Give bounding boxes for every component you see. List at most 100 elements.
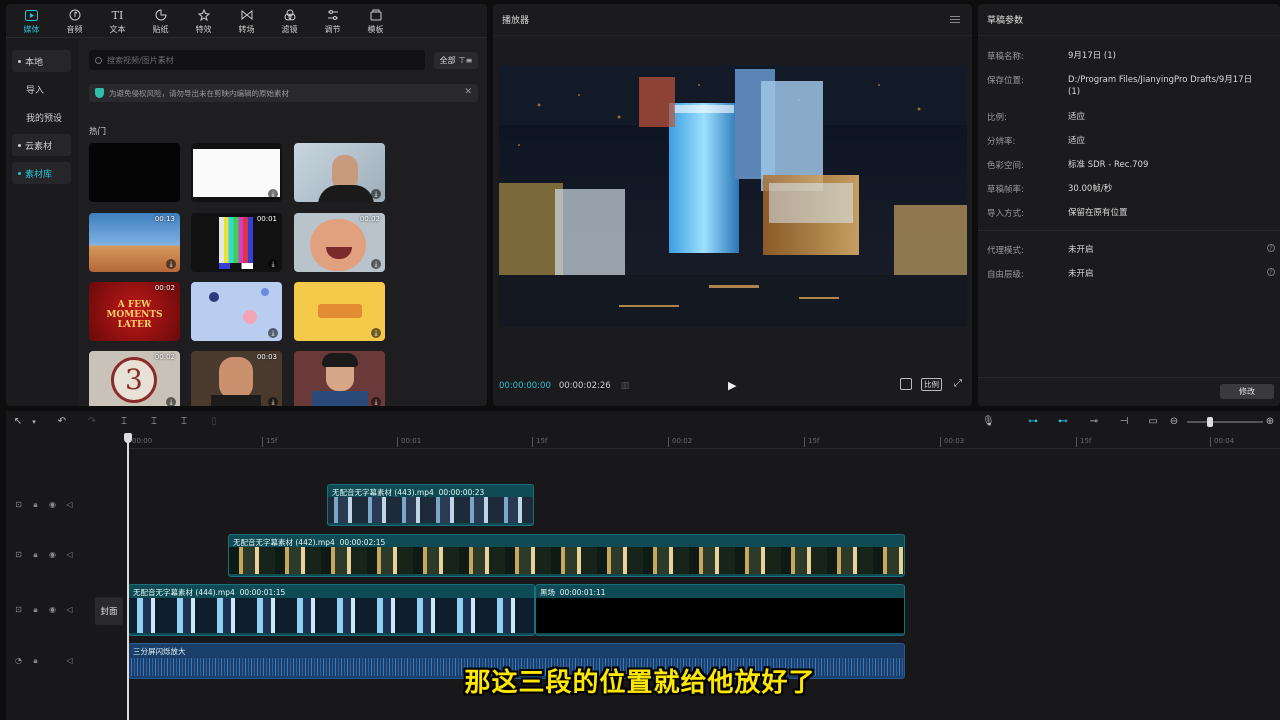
media-icon xyxy=(25,8,39,22)
filter-button[interactable]: 全部 ⊤≡ xyxy=(434,52,478,69)
download-icon[interactable]: ⤓ xyxy=(268,397,278,406)
delete-icon[interactable]: ▯ xyxy=(208,416,220,428)
eye-icon[interactable]: ◉ xyxy=(48,500,57,509)
sidebar-item-import[interactable]: 导入 xyxy=(12,78,71,100)
chevron-down-icon[interactable]: ▾ xyxy=(28,416,40,428)
download-icon[interactable]: ⤓ xyxy=(166,259,176,269)
speaker-icon[interactable]: ◁ xyxy=(65,605,74,614)
download-icon[interactable]: ⤓ xyxy=(166,397,176,406)
eye-icon[interactable]: ◉ xyxy=(48,550,57,559)
tab-template-label: 模板 xyxy=(367,25,384,34)
media-thumb[interactable]: ⤓ xyxy=(294,282,385,341)
prop-key: 保存位置: xyxy=(987,76,1024,86)
help-icon[interactable]: ? xyxy=(1267,244,1275,252)
thumb-duration: 00:01 xyxy=(256,215,277,223)
clip-frames xyxy=(328,497,533,523)
black-clip[interactable]: 黑场 00:00:01:11 xyxy=(535,584,905,636)
media-thumb[interactable]: 00:03 ⤓ xyxy=(191,351,282,406)
timeline-grid-icon[interactable]: ▥ xyxy=(621,381,630,391)
search-input[interactable]: 搜索视频/图片素材 xyxy=(89,50,425,70)
menu-icon[interactable] xyxy=(950,16,960,23)
microphone-icon[interactable]: 🎙 xyxy=(982,416,995,428)
sidebar-item-cloud[interactable]: 云素材 xyxy=(12,134,71,156)
media-thumb[interactable]: 00:02 ⤓ xyxy=(294,213,385,272)
tab-filter[interactable]: 滤镜 xyxy=(268,4,311,37)
undo-icon[interactable]: ↶ xyxy=(56,416,68,428)
sidebar-item-library[interactable]: 素材库 xyxy=(12,162,71,184)
media-thumb[interactable]: ⤓ xyxy=(294,351,385,406)
tab-transition[interactable]: 转场 xyxy=(225,4,268,37)
download-icon[interactable]: ⤓ xyxy=(371,328,381,338)
media-thumb[interactable] xyxy=(89,143,180,202)
video-preview[interactable] xyxy=(499,65,967,327)
speaker-icon[interactable]: ◁ xyxy=(65,500,74,509)
download-icon[interactable]: ⤓ xyxy=(371,259,381,269)
ratio-button[interactable]: 比例 xyxy=(921,378,942,391)
play-icon[interactable]: ▶ xyxy=(728,379,736,392)
adjust-icon xyxy=(326,8,340,22)
bullet-icon xyxy=(18,171,21,175)
prop-value: 保留在原有位置 xyxy=(1068,208,1128,218)
media-thumb[interactable]: ⤓ xyxy=(191,282,282,341)
speaker-icon[interactable]: ◁ xyxy=(65,550,74,559)
media-thumb[interactable]: ⤓ xyxy=(191,143,282,202)
lock-icon[interactable]: 🔒︎ xyxy=(31,605,40,614)
fullscreen-crop-icon[interactable] xyxy=(900,378,912,390)
lock-icon[interactable]: 🔒︎ xyxy=(31,550,40,559)
tab-media[interactable]: 媒体 xyxy=(10,4,53,37)
trim-right-icon[interactable]: ⌶ xyxy=(178,416,190,428)
fullscreen-icon[interactable]: ⤢ xyxy=(954,378,962,389)
link-icon[interactable]: ⊸ xyxy=(1086,416,1102,428)
audio-icon xyxy=(68,8,82,22)
download-icon[interactable]: ⤓ xyxy=(371,397,381,406)
zoom-out-icon[interactable]: ⊖ xyxy=(1168,416,1180,428)
city-night-frame xyxy=(499,65,967,327)
video-clip-442[interactable]: 无配音无字幕素材 (442).mp4 00:00:02:15 xyxy=(228,534,905,577)
prop-value: 30.00帧/秒 xyxy=(1068,184,1113,194)
zoom-slider-handle[interactable] xyxy=(1207,417,1213,427)
preview-axis-icon[interactable]: ⊣ xyxy=(1116,416,1132,428)
media-thumb[interactable]: 00:01 ⤓ xyxy=(191,213,282,272)
zoom-in-icon[interactable]: ⊕ xyxy=(1264,416,1276,428)
download-icon[interactable]: ⤓ xyxy=(268,259,278,269)
trim-left-icon[interactable]: ⌶ xyxy=(148,416,160,428)
tab-template[interactable]: 模板 xyxy=(354,4,397,37)
lock-icon[interactable]: 🔒︎ xyxy=(31,500,40,509)
select-pointer-icon[interactable]: ↖ xyxy=(12,416,24,428)
track-expand-icon[interactable]: ⊡ xyxy=(14,500,23,509)
close-icon[interactable]: ✕ xyxy=(464,87,472,97)
redo-icon[interactable]: ↷ xyxy=(86,416,98,428)
media-thumb[interactable]: ⤓ xyxy=(294,143,385,202)
thumbnail-icon[interactable]: ▭ xyxy=(1146,416,1160,428)
prop-value: 未开启 xyxy=(1068,269,1094,279)
help-icon[interactable]: ? xyxy=(1267,268,1275,276)
download-icon[interactable]: ⤓ xyxy=(268,328,278,338)
tab-effects[interactable]: 特效 xyxy=(182,4,225,37)
track-expand-icon[interactable]: ⊡ xyxy=(14,605,23,614)
zoom-slider[interactable] xyxy=(1187,421,1263,423)
tab-text[interactable]: TI 文本 xyxy=(96,4,139,37)
video-clip-443[interactable]: 无配音无字幕素材 (443).mp4 00:00:00:23 xyxy=(327,484,534,526)
track-expand-icon[interactable]: ⊡ xyxy=(14,550,23,559)
cover-button[interactable]: 封面 xyxy=(95,597,123,625)
sidebar-item-presets[interactable]: 我的预设 xyxy=(12,106,71,128)
sidebar-item-local[interactable]: 本地 xyxy=(12,50,71,72)
thumb-duration: 00:13 xyxy=(154,215,175,223)
eye-icon[interactable]: ◉ xyxy=(48,605,57,614)
download-icon[interactable]: ⤓ xyxy=(268,189,278,199)
video-clip-444[interactable]: 无配音无字幕素材 (444).mp4 00:00:01:15 xyxy=(128,584,535,636)
auto-snap-icon[interactable]: ⊷ xyxy=(1054,416,1072,428)
media-thumb[interactable]: 3 00:02 ⤓ xyxy=(89,351,180,406)
download-icon[interactable]: ⤓ xyxy=(371,189,381,199)
modify-button[interactable]: 修改 xyxy=(1220,384,1274,399)
time-ruler[interactable]: 00:00 15f 00:01 15f 00:02 15f 00:03 15f … xyxy=(128,435,1280,449)
media-thumb[interactable]: 00:02 A FEW MOMENTS LATER xyxy=(89,282,180,341)
main-track-magnet-icon[interactable]: ⊶ xyxy=(1024,416,1042,428)
clip-title: 黑场 00:00:01:11 xyxy=(540,587,606,598)
tab-sticker[interactable]: 贴纸 xyxy=(139,4,182,37)
sidebar-item-label: 本地 xyxy=(25,57,44,68)
tab-audio[interactable]: 音频 xyxy=(53,4,96,37)
media-thumb[interactable]: 00:13 ⤓ xyxy=(89,213,180,272)
split-icon[interactable]: ⌶ xyxy=(118,416,130,428)
tab-adjust[interactable]: 调节 xyxy=(311,4,354,37)
